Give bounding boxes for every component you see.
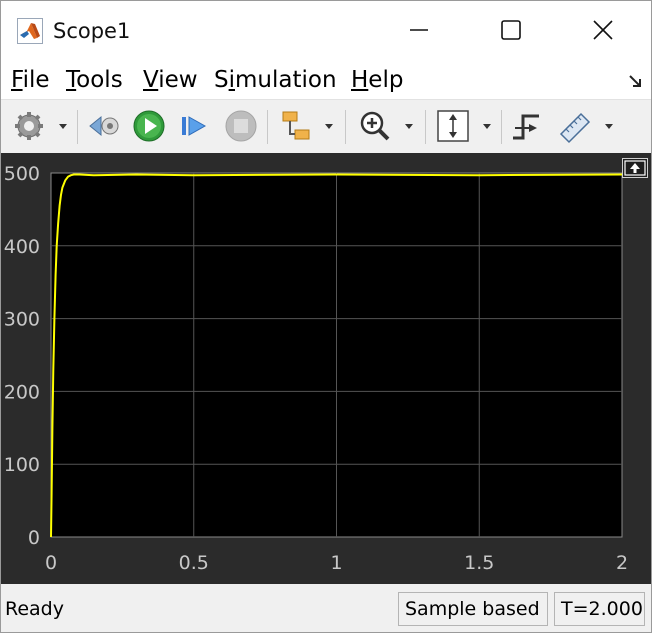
toolbar-separator: [345, 110, 346, 144]
stop-icon: [225, 110, 257, 142]
triggers-button[interactable]: [509, 108, 545, 144]
title-bar[interactable]: Scope1: [1, 1, 651, 59]
highlight-block-button[interactable]: [279, 108, 315, 144]
menu-tools[interactable]: Tools: [66, 66, 123, 94]
scale-axes-icon: [437, 110, 469, 142]
maximize-button[interactable]: [465, 1, 557, 59]
settings-button[interactable]: [11, 108, 47, 144]
scope-window: Scope1 File Tools View Simulation Help 0…: [0, 0, 652, 633]
stop-button[interactable]: [223, 108, 259, 144]
step-forward-button[interactable]: [177, 108, 213, 144]
toolbar-separator: [501, 110, 502, 144]
scale-axes-dropdown-icon[interactable]: [483, 124, 491, 129]
y-tick-label: 100: [4, 454, 40, 476]
menu-bar: File Tools View Simulation Help: [1, 59, 651, 99]
scope-display[interactable]: 0 0.5 1 1.5 2 0 100 200 300 400 500: [1, 153, 651, 584]
toolbar: [1, 99, 651, 154]
menu-file[interactable]: File: [11, 66, 50, 94]
step-back-icon: [89, 115, 119, 137]
y-tick-label: 400: [4, 236, 40, 258]
menu-view[interactable]: View: [143, 66, 198, 94]
window-title: Scope1: [53, 19, 131, 43]
matlab-logo-icon: [17, 18, 43, 44]
dock-arrow-icon[interactable]: [627, 73, 643, 89]
plot-canvas: 0 0.5 1 1.5 2 0 100 200 300 400 500: [4, 163, 628, 574]
x-tick-label: 0: [45, 552, 57, 574]
measurements-button[interactable]: [557, 108, 593, 144]
zoom-dropdown-icon[interactable]: [405, 124, 413, 129]
measurements-dropdown-icon[interactable]: [605, 124, 613, 129]
menu-simulation[interactable]: Simulation: [214, 66, 337, 94]
status-text: Ready: [5, 598, 64, 620]
triggers-icon: [513, 114, 539, 140]
step-back-button[interactable]: [87, 108, 123, 144]
toolbar-separator: [77, 110, 78, 144]
zoom-button[interactable]: [357, 108, 393, 144]
simulation-time: T=2.000: [554, 592, 645, 626]
sample-mode-indicator: Sample based: [398, 592, 548, 626]
x-tick-label: 0.5: [179, 552, 209, 574]
status-bar: Ready Sample based T=2.000: [1, 584, 651, 632]
undock-axes-button[interactable]: [622, 158, 648, 178]
gear-icon: [15, 112, 43, 140]
undock-icon: [624, 160, 646, 176]
scale-axes-button[interactable]: [435, 108, 471, 144]
x-tick-label: 2: [616, 552, 628, 574]
close-button[interactable]: [557, 1, 649, 59]
minimize-button[interactable]: [373, 1, 465, 59]
menu-help[interactable]: Help: [351, 66, 403, 94]
highlight-block-icon: [282, 111, 310, 140]
step-forward-icon: [182, 116, 207, 136]
run-icon: [133, 110, 165, 142]
x-tick-label: 1: [330, 552, 342, 574]
y-tick-label: 200: [4, 381, 40, 403]
toolbar-separator: [267, 110, 268, 144]
measurements-icon: [559, 112, 591, 144]
y-tick-label: 300: [4, 309, 40, 331]
maximize-icon: [501, 20, 521, 40]
y-tick-label: 0: [28, 527, 40, 549]
zoom-in-icon: [360, 111, 390, 141]
y-tick-label: 500: [4, 163, 40, 185]
settings-dropdown-icon[interactable]: [59, 124, 67, 129]
highlight-dropdown-icon[interactable]: [325, 124, 333, 129]
minimize-icon: [410, 29, 428, 31]
x-tick-label: 1.5: [464, 552, 494, 574]
toolbar-separator: [425, 110, 426, 144]
close-icon: [593, 20, 613, 40]
run-button[interactable]: [131, 108, 167, 144]
